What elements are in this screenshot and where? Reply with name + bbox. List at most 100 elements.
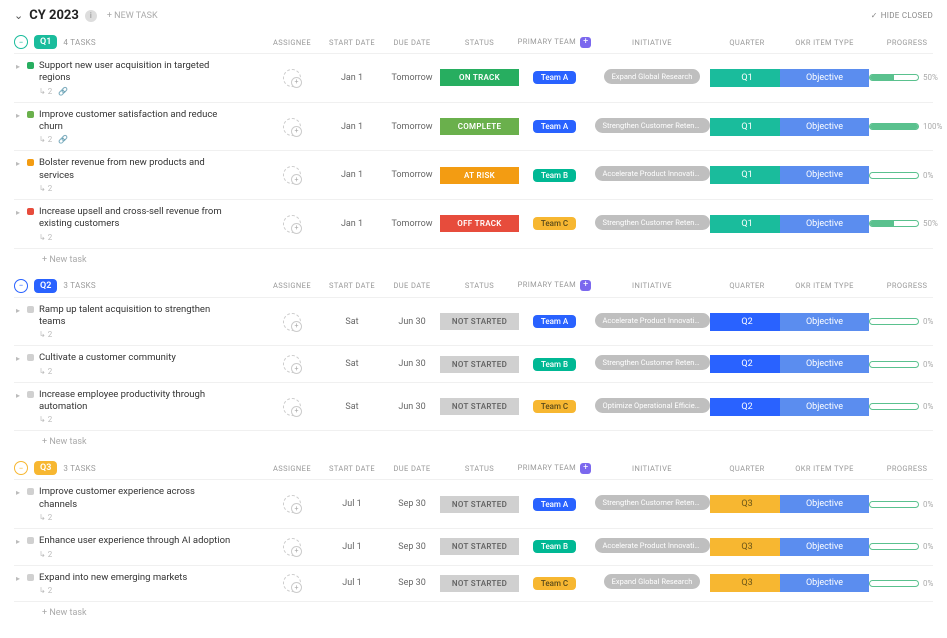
progress-cell[interactable]: 0% bbox=[867, 575, 947, 592]
start-date[interactable]: Jan 1 bbox=[322, 166, 382, 184]
col-progress[interactable]: PROGRESS bbox=[867, 464, 947, 473]
status-cell[interactable]: NOT STARTED bbox=[440, 575, 519, 592]
assignee-picker[interactable] bbox=[283, 398, 301, 416]
assignee-picker[interactable] bbox=[283, 495, 301, 513]
subtask-count[interactable]: ↳ 2 bbox=[39, 233, 52, 242]
start-date[interactable]: Jul 1 bbox=[322, 574, 382, 592]
type-cell[interactable]: Objective bbox=[780, 538, 869, 556]
start-date[interactable]: Jan 1 bbox=[322, 69, 382, 87]
assignee-picker[interactable] bbox=[283, 538, 301, 556]
col-due[interactable]: DUE DATE bbox=[382, 464, 442, 473]
expand-arrow-icon[interactable]: ▸ bbox=[16, 537, 22, 546]
task-row[interactable]: ▸ Increase upsell and cross-sell revenue… bbox=[14, 199, 933, 248]
task-name[interactable]: Ramp up talent acquisition to strengthen… bbox=[39, 304, 234, 329]
task-row[interactable]: ▸ Enhance user experience through AI ado… bbox=[14, 528, 933, 564]
start-date[interactable]: Jan 1 bbox=[322, 118, 382, 136]
team-pill[interactable]: Team C bbox=[533, 577, 576, 590]
start-date[interactable]: Jan 1 bbox=[322, 215, 382, 233]
new-task-row[interactable]: + New task bbox=[14, 601, 933, 628]
col-progress[interactable]: PROGRESS bbox=[867, 38, 947, 47]
col-status[interactable]: STATUS bbox=[442, 464, 517, 473]
initiative-pill[interactable]: Accelerate Product Innovation bbox=[595, 166, 710, 181]
quarter-cell[interactable]: Q1 bbox=[710, 215, 784, 233]
task-row[interactable]: ▸ Improve customer satisfaction and redu… bbox=[14, 102, 933, 151]
col-status[interactable]: STATUS bbox=[442, 281, 517, 290]
type-cell[interactable]: Objective bbox=[780, 313, 869, 331]
initiative-pill[interactable]: Strengthen Customer Retenti... bbox=[595, 215, 710, 230]
team-pill[interactable]: Team C bbox=[533, 400, 576, 413]
progress-cell[interactable]: 0% bbox=[867, 167, 947, 184]
subtask-count[interactable]: ↳ 2 bbox=[39, 550, 52, 559]
col-team[interactable]: PRIMARY TEAM + bbox=[517, 463, 592, 474]
status-cell[interactable]: NOT STARTED bbox=[440, 538, 519, 555]
add-team-icon[interactable]: + bbox=[580, 37, 591, 48]
task-row[interactable]: ▸ Ramp up talent acquisition to strength… bbox=[14, 297, 933, 346]
task-name[interactable]: Increase employee productivity through a… bbox=[39, 389, 234, 414]
subtask-count[interactable]: ↳ 2 bbox=[39, 513, 52, 522]
quarter-cell[interactable]: Q2 bbox=[710, 313, 784, 331]
col-assignee[interactable]: ASSIGNEE bbox=[262, 38, 322, 47]
team-pill[interactable]: Team A bbox=[533, 120, 576, 133]
due-date[interactable]: Sep 30 bbox=[382, 495, 442, 513]
subtask-count[interactable]: ↳ 2 bbox=[39, 87, 52, 96]
new-task-button[interactable]: + NEW TASK bbox=[107, 11, 158, 21]
assignee-picker[interactable] bbox=[283, 69, 301, 87]
type-cell[interactable]: Objective bbox=[780, 398, 869, 416]
task-row[interactable]: ▸ Bolster revenue from new products and … bbox=[14, 150, 933, 199]
team-pill[interactable]: Team B bbox=[533, 358, 576, 371]
team-pill[interactable]: Team B bbox=[533, 169, 576, 182]
quarter-cell[interactable]: Q2 bbox=[710, 355, 784, 373]
quarter-badge[interactable]: Q1 bbox=[34, 35, 57, 49]
due-date[interactable]: Jun 30 bbox=[382, 398, 442, 416]
progress-cell[interactable]: 0% bbox=[867, 398, 947, 415]
quarter-cell[interactable]: Q1 bbox=[710, 166, 784, 184]
status-cell[interactable]: COMPLETE bbox=[440, 118, 519, 135]
quarter-cell[interactable]: Q3 bbox=[710, 574, 784, 592]
col-team[interactable]: PRIMARY TEAM + bbox=[517, 280, 592, 291]
col-initiative[interactable]: INITIATIVE bbox=[592, 281, 712, 290]
status-cell[interactable]: NOT STARTED bbox=[440, 313, 519, 330]
expand-arrow-icon[interactable]: ▸ bbox=[16, 306, 22, 315]
status-cell[interactable]: NOT STARTED bbox=[440, 496, 519, 513]
assignee-picker[interactable] bbox=[283, 118, 301, 136]
due-date[interactable]: Jun 30 bbox=[382, 313, 442, 331]
subtask-count[interactable]: ↳ 2 bbox=[39, 367, 52, 376]
type-cell[interactable]: Objective bbox=[780, 118, 869, 136]
type-cell[interactable]: Objective bbox=[780, 166, 869, 184]
col-assignee[interactable]: ASSIGNEE bbox=[262, 281, 322, 290]
expand-arrow-icon[interactable]: ▸ bbox=[16, 391, 22, 400]
progress-cell[interactable]: 50% bbox=[867, 215, 947, 232]
task-row[interactable]: ▸ Cultivate a customer community ↳ 2 Sat… bbox=[14, 345, 933, 381]
task-row[interactable]: ▸ Expand into new emerging markets ↳ 2 J… bbox=[14, 565, 933, 601]
col-type[interactable]: OKR ITEM TYPE bbox=[782, 281, 867, 290]
col-assignee[interactable]: ASSIGNEE bbox=[262, 464, 322, 473]
col-type[interactable]: OKR ITEM TYPE bbox=[782, 38, 867, 47]
subtask-count[interactable]: ↳ 2 bbox=[39, 586, 52, 595]
task-row[interactable]: ▸ Support new user acquisition in target… bbox=[14, 53, 933, 102]
due-date[interactable]: Sep 30 bbox=[382, 538, 442, 556]
section-toggle[interactable]: − bbox=[14, 461, 28, 475]
team-pill[interactable]: Team C bbox=[533, 217, 576, 230]
col-start[interactable]: START DATE bbox=[322, 281, 382, 290]
assignee-picker[interactable] bbox=[283, 313, 301, 331]
due-date[interactable]: Tomorrow bbox=[382, 118, 442, 136]
quarter-badge[interactable]: Q3 bbox=[34, 461, 57, 475]
team-pill[interactable]: Team A bbox=[533, 315, 576, 328]
col-initiative[interactable]: INITIATIVE bbox=[592, 38, 712, 47]
progress-cell[interactable]: 0% bbox=[867, 496, 947, 513]
section-toggle[interactable]: − bbox=[14, 279, 28, 293]
task-name[interactable]: Cultivate a customer community bbox=[39, 352, 176, 364]
col-quarter[interactable]: QUARTER bbox=[712, 464, 782, 473]
task-name[interactable]: Expand into new emerging markets bbox=[39, 572, 187, 584]
subtask-count[interactable]: ↳ 2 bbox=[39, 415, 52, 424]
task-name[interactable]: Enhance user experience through AI adopt… bbox=[39, 535, 230, 547]
status-cell[interactable]: AT RISK bbox=[440, 167, 519, 184]
status-cell[interactable]: OFF TRACK bbox=[440, 215, 519, 232]
quarter-cell[interactable]: Q1 bbox=[710, 69, 784, 87]
col-due[interactable]: DUE DATE bbox=[382, 38, 442, 47]
col-start[interactable]: START DATE bbox=[322, 464, 382, 473]
team-pill[interactable]: Team B bbox=[533, 540, 576, 553]
info-icon[interactable]: i bbox=[85, 10, 97, 22]
due-date[interactable]: Sep 30 bbox=[382, 574, 442, 592]
initiative-pill[interactable]: Accelerate Product Innovation bbox=[595, 313, 710, 328]
